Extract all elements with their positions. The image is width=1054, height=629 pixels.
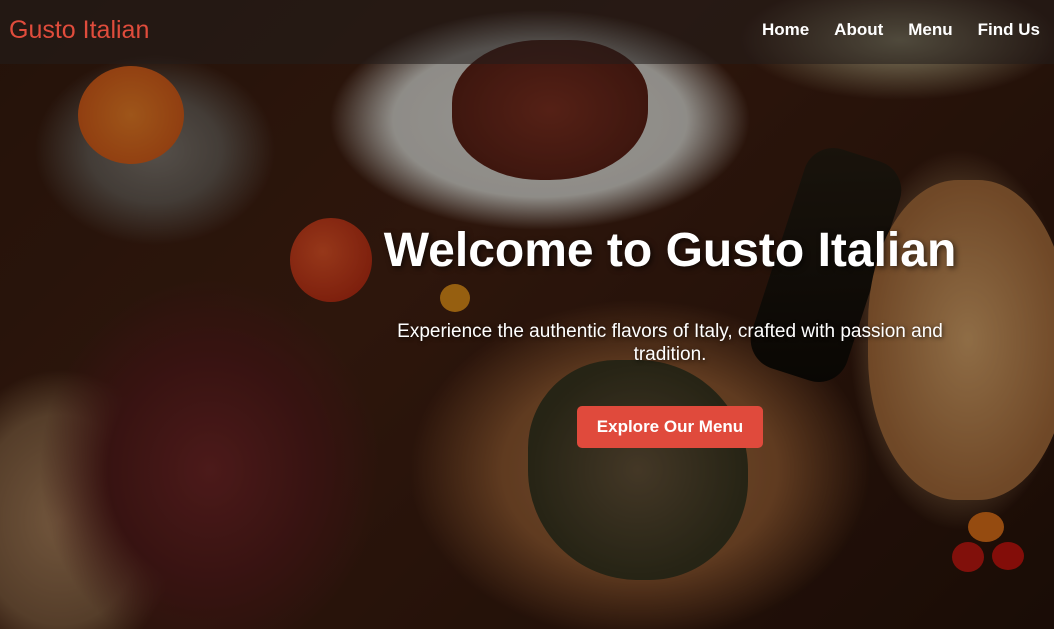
nav-home-link[interactable]: Home: [762, 20, 809, 40]
site-header: Gusto Italian Home About Menu Find Us: [0, 0, 1054, 64]
explore-menu-button[interactable]: Explore Our Menu: [576, 406, 764, 448]
hero-content: Welcome to Gusto Italian Experience the …: [370, 222, 970, 448]
main-nav: Home About Menu Find Us: [737, 20, 1040, 40]
nav-find-us-link[interactable]: Find Us: [978, 20, 1040, 40]
hero-subtitle: Experience the authentic flavors of Ital…: [397, 321, 943, 365]
nav-about-link[interactable]: About: [834, 20, 883, 40]
hero-title: Welcome to Gusto Italian: [383, 224, 957, 277]
nav-menu-link[interactable]: Menu: [908, 20, 952, 40]
brand-logo[interactable]: Gusto Italian: [9, 16, 149, 45]
